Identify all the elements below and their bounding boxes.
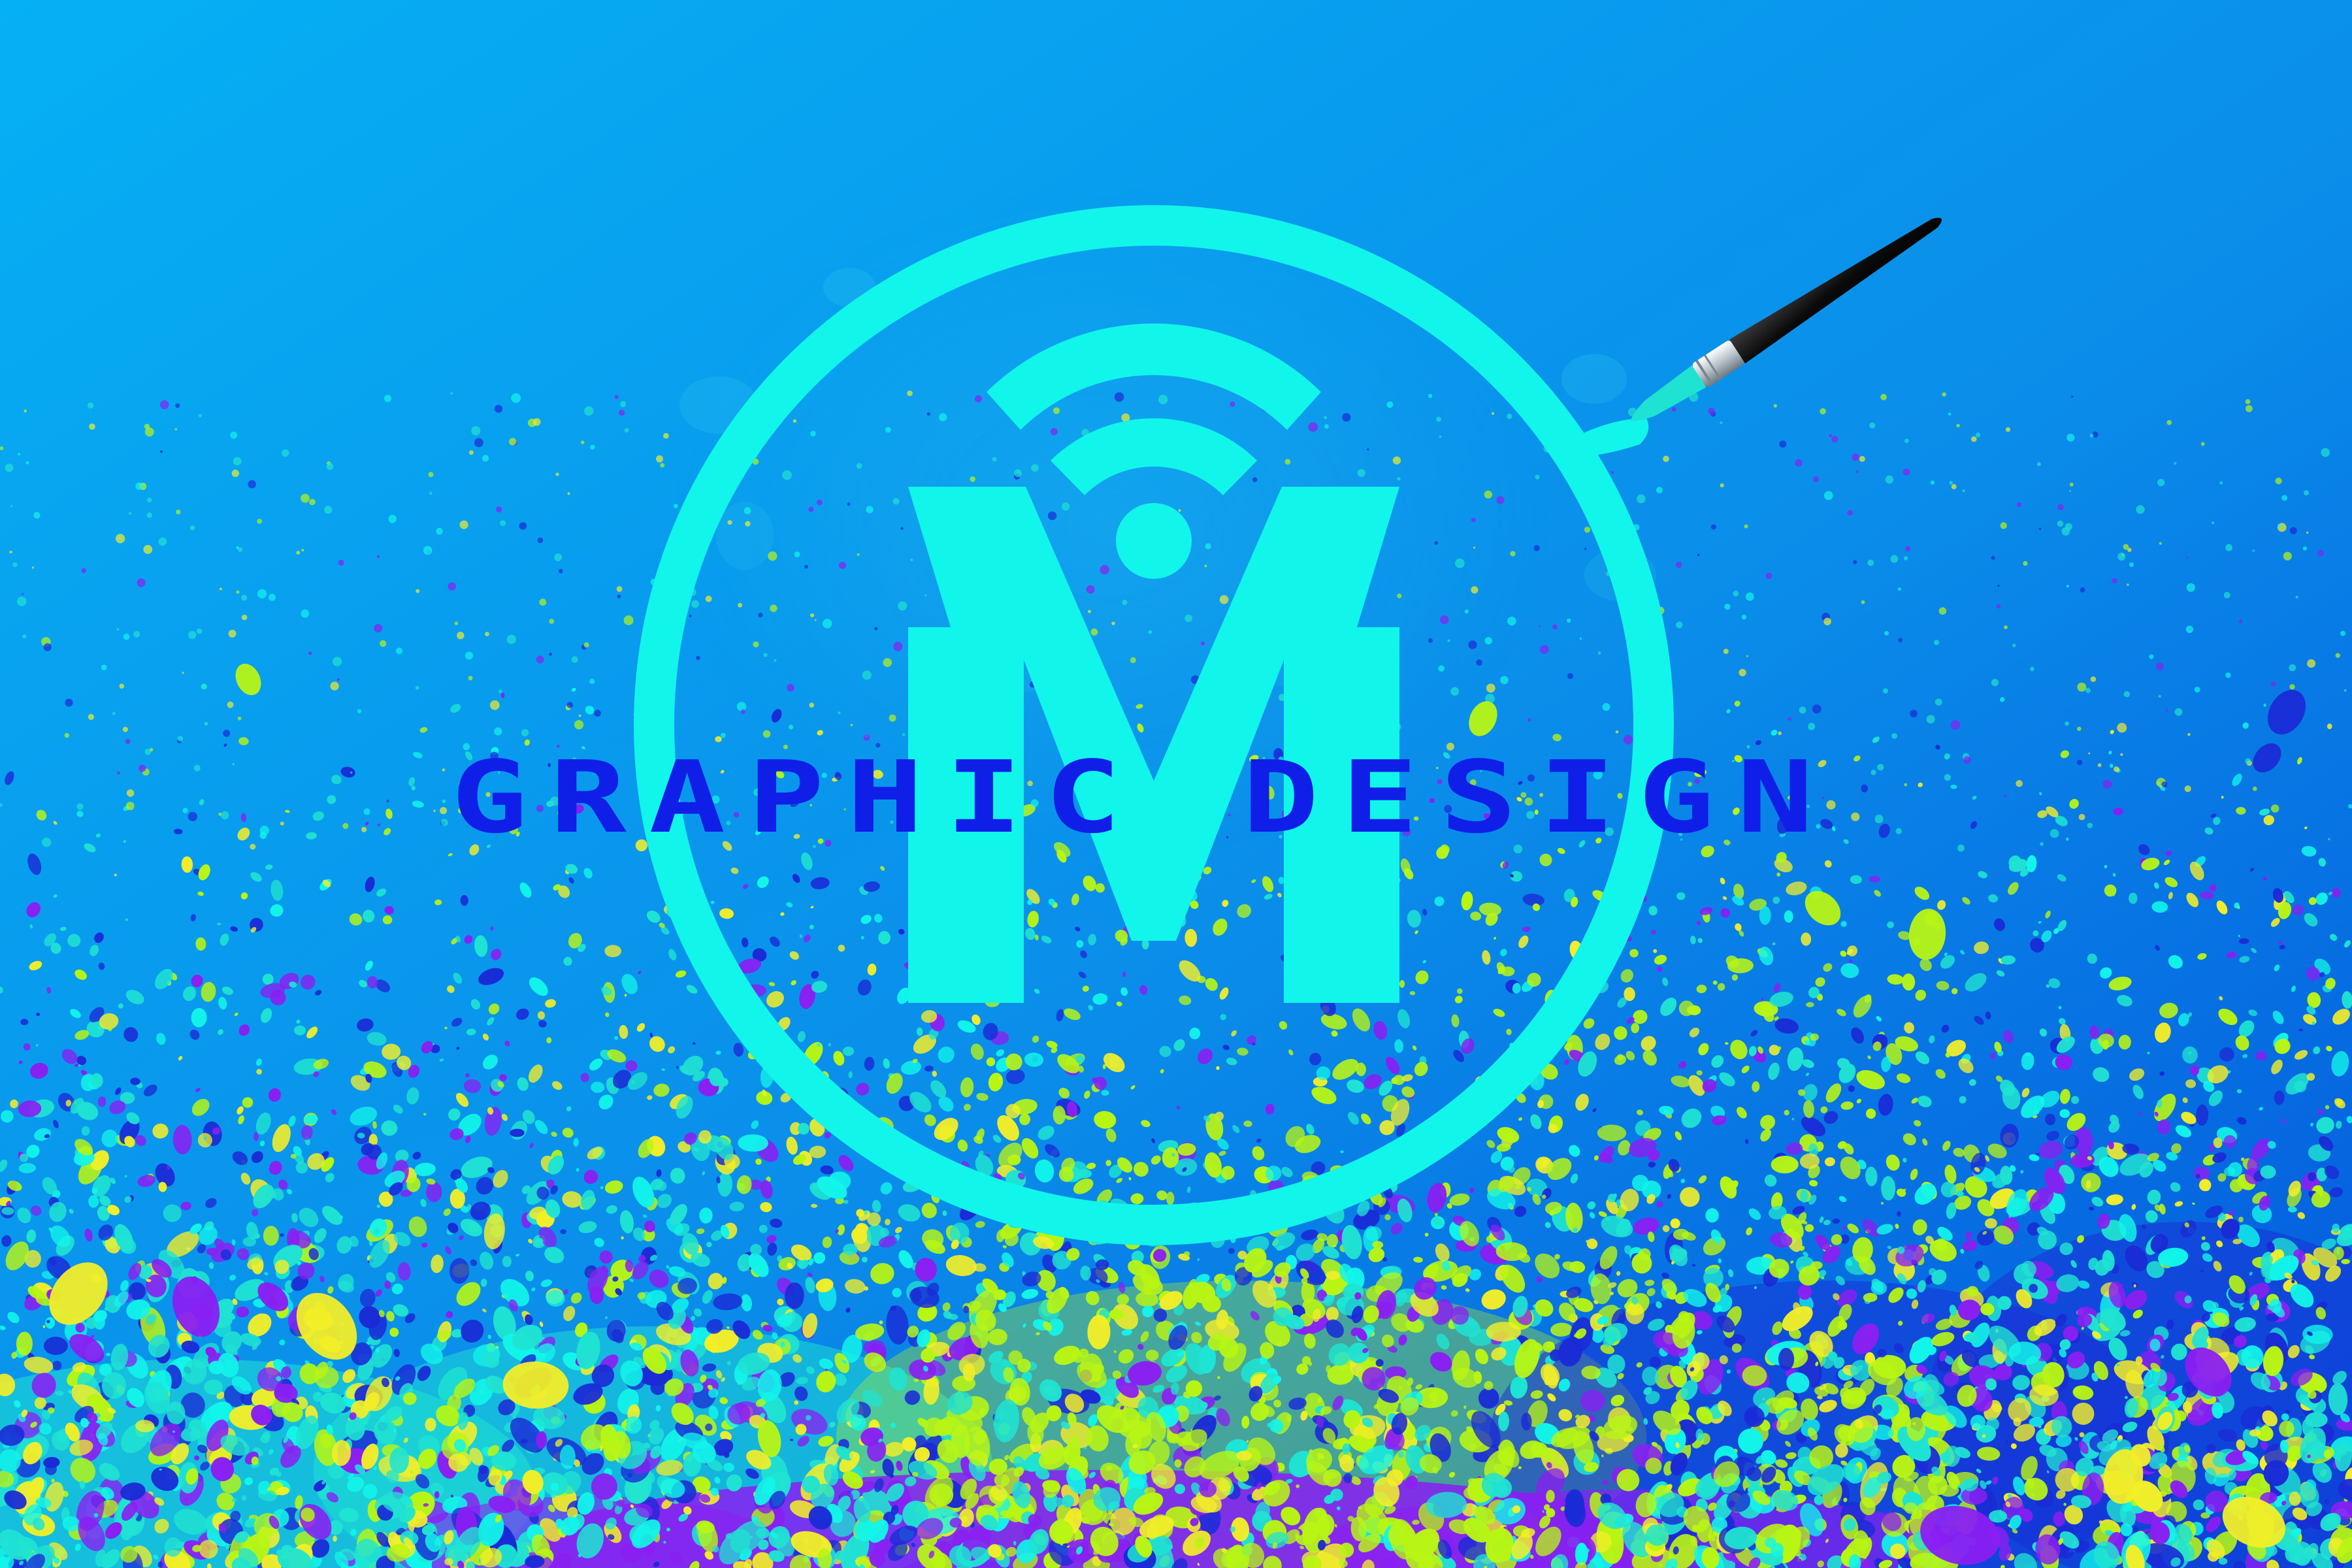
- paint-speck: [1870, 1281, 1887, 1295]
- paint-speck: [88, 1195, 99, 1208]
- paint-speck: [1759, 906, 1771, 925]
- paint-speck: [2294, 1548, 2311, 1566]
- paint-speck: [43, 1337, 68, 1355]
- paint-speck: [1101, 1090, 1109, 1096]
- paint-speck: [604, 945, 622, 958]
- paint-speck: [2149, 1339, 2161, 1352]
- paint-speck: [1522, 926, 1531, 932]
- paint-speck: [97, 1096, 106, 1107]
- paint-speck: [1805, 1224, 1814, 1232]
- paint-speck: [2333, 1247, 2344, 1260]
- paint-speck: [2332, 1223, 2340, 1233]
- paint-speck: [2261, 1263, 2270, 1278]
- paint-speck: [502, 1256, 512, 1267]
- paint-speck: [350, 1529, 357, 1536]
- paint-speck: [449, 1258, 470, 1284]
- paint-speck: [1077, 1169, 1092, 1179]
- paint-speck: [1340, 1151, 1344, 1153]
- paint-speck: [1810, 1033, 1819, 1041]
- graphic-design-banner: GRAPHIC DESIGN: [0, 0, 2352, 1568]
- paint-speck: [1384, 1214, 1391, 1220]
- paint-speck: [263, 1226, 279, 1246]
- paint-speck: [1806, 1002, 1814, 1007]
- paint-speck: [1399, 980, 1405, 988]
- paint-speck: [699, 1207, 713, 1224]
- paint-speck: [20, 1019, 29, 1026]
